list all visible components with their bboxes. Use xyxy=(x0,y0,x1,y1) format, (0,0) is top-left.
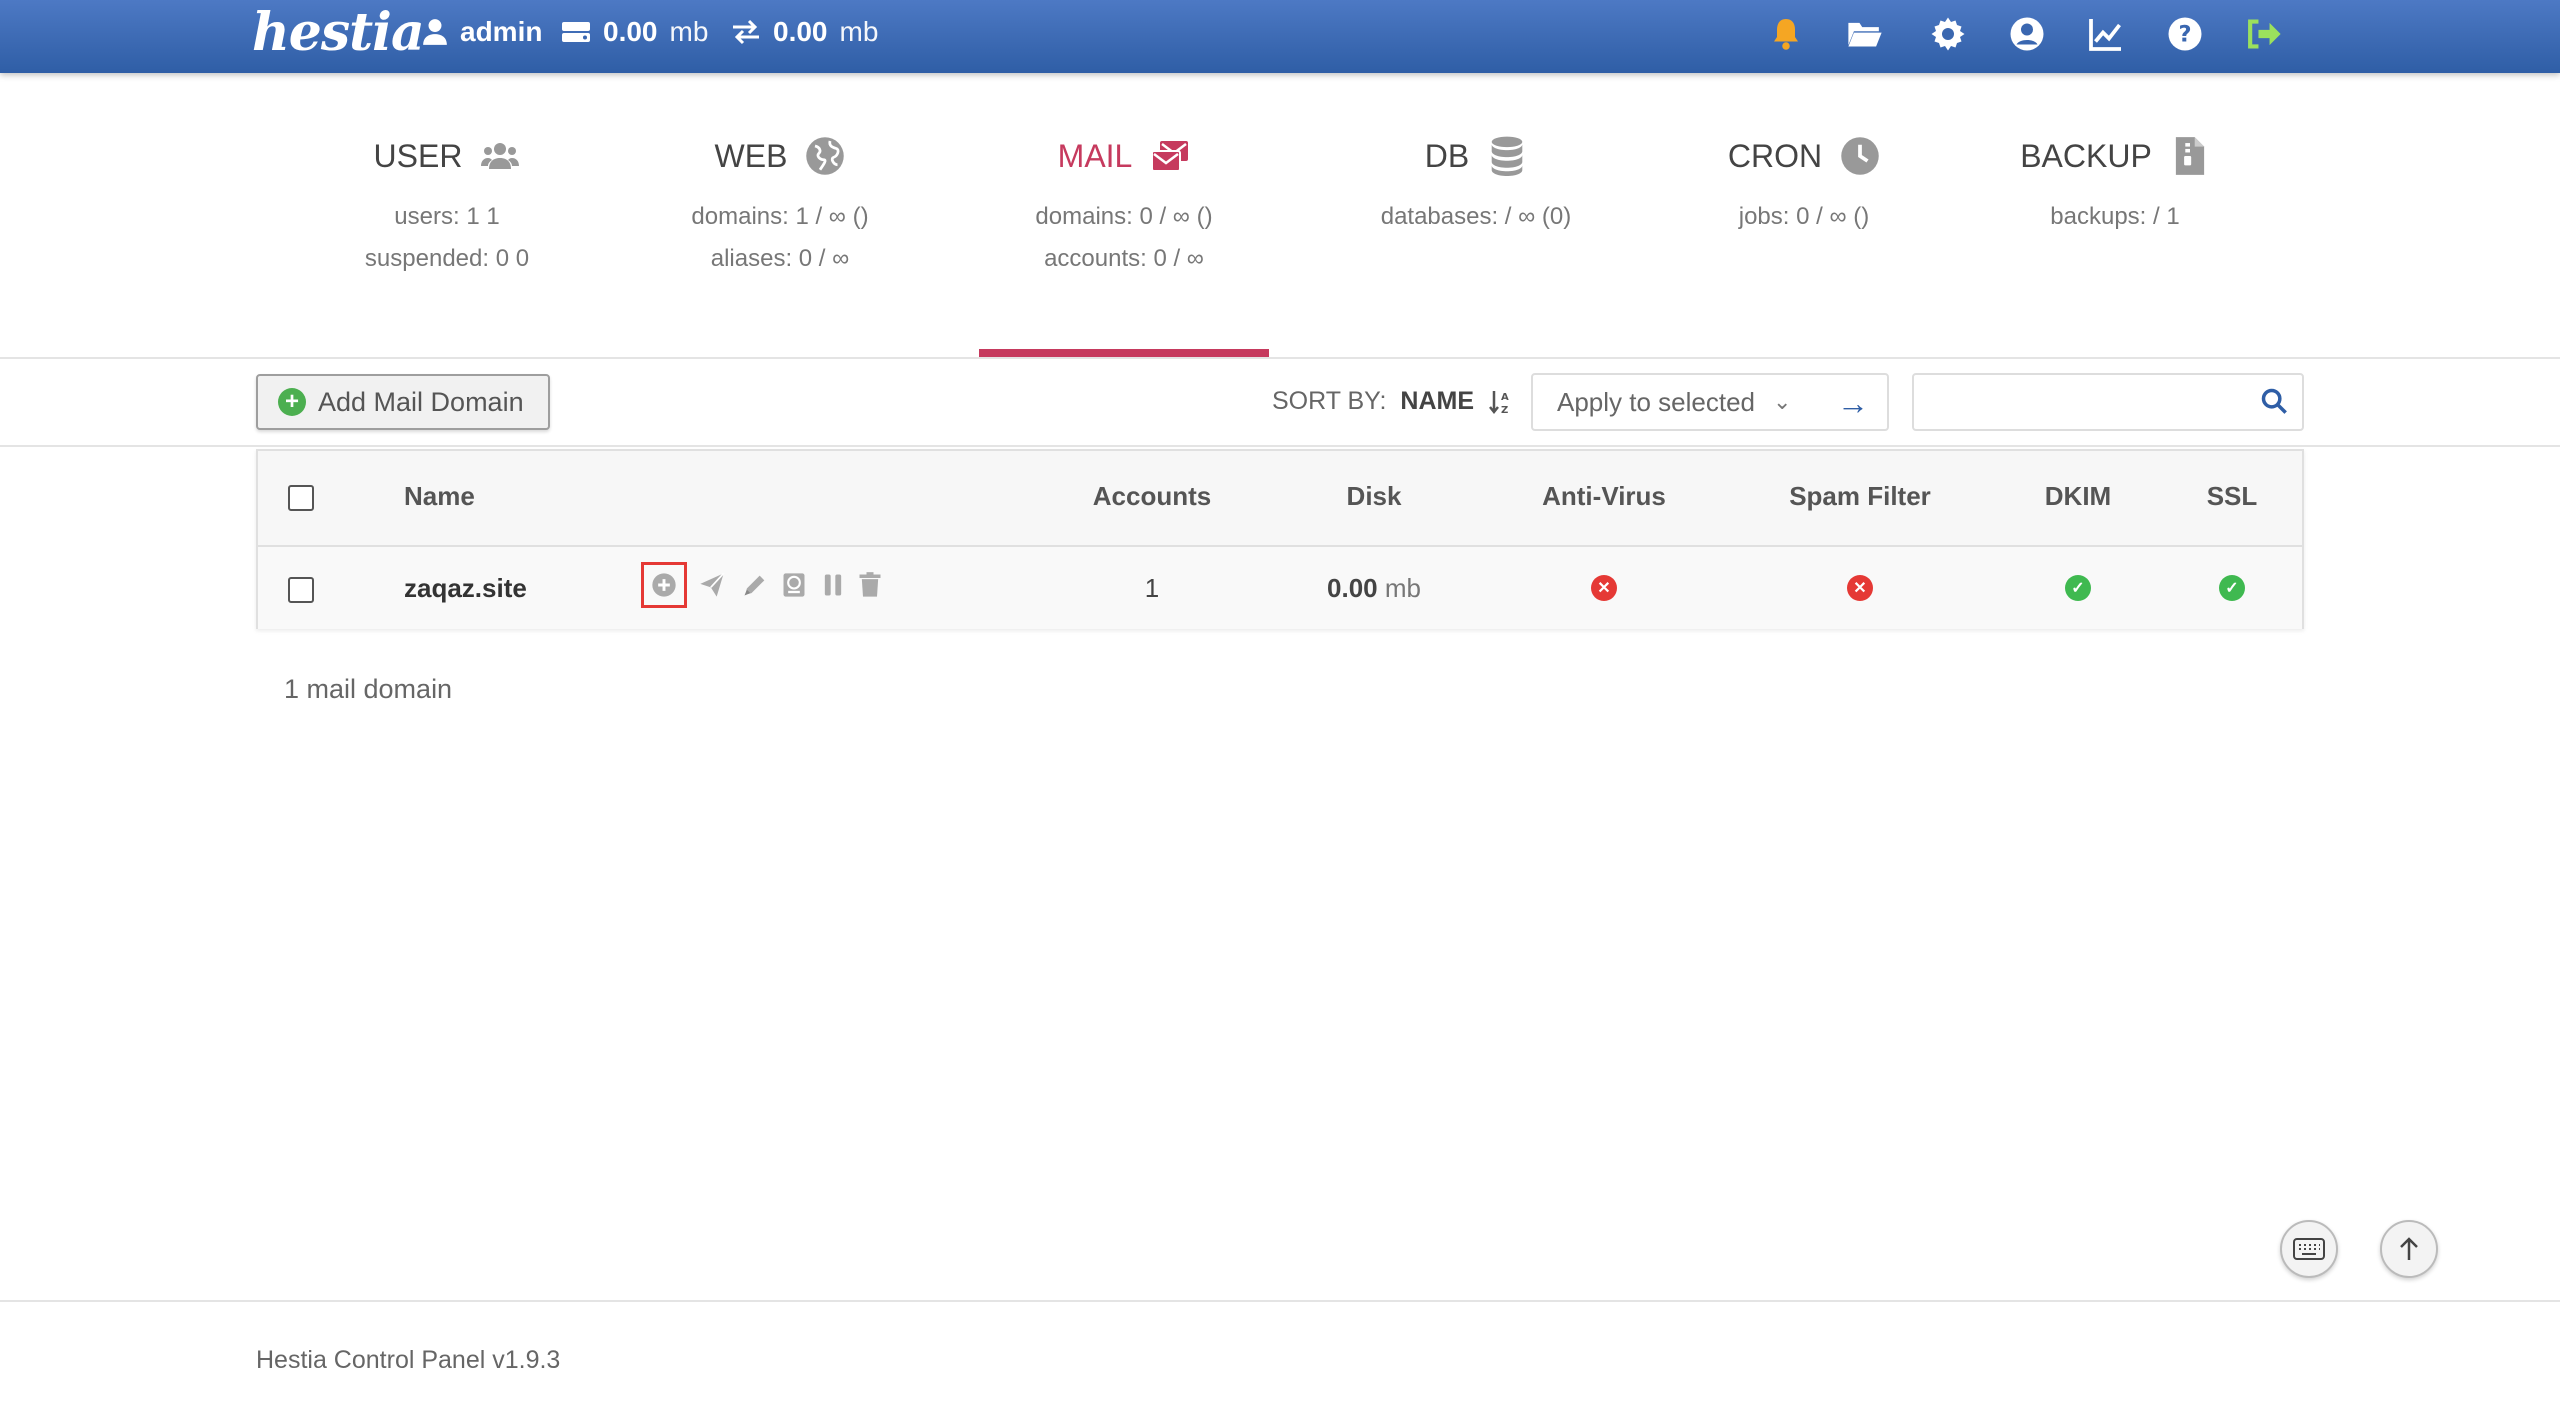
users-icon xyxy=(481,143,520,169)
bulk-action-value: Apply to selected xyxy=(1557,386,1756,417)
stat-jobs: jobs: 0 / ∞ () xyxy=(1738,203,1870,230)
search-icon[interactable] xyxy=(2260,387,2288,420)
tab-mail[interactable]: MAIL domains: 0 / ∞ () accounts: 0 / ∞ xyxy=(974,136,1274,280)
table-header: Name Accounts Disk Anti-Virus Spam Filte… xyxy=(258,451,2302,547)
stat-databases: databases: / ∞ (0) xyxy=(1380,203,1572,230)
tab-web[interactable]: WEB domains: 1 / ∞ () aliases: 0 / ∞ xyxy=(630,136,930,280)
sort-alpha-icon: AZ xyxy=(1489,390,1509,415)
column-name[interactable]: Name xyxy=(404,481,475,512)
stat-mail-domains: domains: 0 / ∞ () xyxy=(1035,203,1213,230)
user-icon xyxy=(423,19,447,45)
footer-divider xyxy=(0,1300,2560,1302)
search-box xyxy=(1912,373,2304,431)
table-row: zaqaz.site 1 0.00 mb ✕ ✕ ✓ ✓ xyxy=(258,547,2302,629)
add-account-icon[interactable] xyxy=(641,562,687,608)
keyboard-icon xyxy=(2293,1238,2325,1260)
dkim-enabled-icon: ✓ xyxy=(2065,575,2091,601)
divider xyxy=(0,357,2560,359)
disk-usage: 0.00 mb xyxy=(561,16,708,48)
dns-icon[interactable] xyxy=(778,569,810,601)
stat-web-domains: domains: 1 / ∞ () xyxy=(691,203,869,230)
tab-cron[interactable]: CRON jobs: 0 / ∞ () xyxy=(1654,136,1954,238)
stat-aliases: aliases: 0 / ∞ xyxy=(710,245,850,272)
tab-backup[interactable]: BACKUP backups: / 1 xyxy=(1965,136,2265,238)
add-mail-domain-button[interactable]: + Add Mail Domain xyxy=(256,374,550,430)
sort-label: SORT BY: xyxy=(1272,387,1387,415)
bulk-action-select[interactable]: Apply to selected ⌄ → xyxy=(1531,373,1889,431)
username: admin xyxy=(460,16,543,47)
active-tab-indicator xyxy=(979,349,1269,357)
logout-icon[interactable] xyxy=(2244,14,2284,54)
ssl-enabled-icon: ✓ xyxy=(2219,575,2245,601)
tab-user[interactable]: USER users: 1 1 suspended: 0 0 xyxy=(297,136,597,280)
tab-web-label: WEB xyxy=(714,137,788,174)
accounts-count: 1 xyxy=(1144,573,1160,603)
antivirus-disabled-icon: ✕ xyxy=(1591,575,1617,601)
footer-version: Hestia Control Panel v1.9.3 xyxy=(256,1346,561,1374)
folder-icon[interactable] xyxy=(1845,14,1885,54)
tab-user-label: USER xyxy=(373,137,463,174)
column-anti-virus[interactable]: Anti-Virus xyxy=(1542,481,1666,512)
arrow-up-icon xyxy=(2400,1237,2418,1260)
tab-mail-label: MAIL xyxy=(1057,137,1133,174)
delete-icon[interactable] xyxy=(854,569,886,601)
user-circle-icon[interactable] xyxy=(2007,14,2047,54)
chart-icon[interactable] xyxy=(2086,14,2126,54)
top-bar: hestia admin 0.00 mb 0.00 mb ? xyxy=(0,0,2560,73)
tab-backup-label: BACKUP xyxy=(2020,137,2152,174)
row-checkbox[interactable] xyxy=(288,577,314,603)
sort-value: NAME xyxy=(1400,387,1475,415)
globe-icon xyxy=(806,137,845,175)
bell-icon[interactable] xyxy=(1766,14,1806,54)
hestia-logo[interactable]: hestia xyxy=(252,2,425,63)
database-icon xyxy=(1491,136,1523,176)
stat-users: users: 1 1 xyxy=(394,203,500,230)
transfer-icon xyxy=(733,19,759,45)
mail-domains-table: Name Accounts Disk Anti-Virus Spam Filte… xyxy=(256,449,2304,629)
search-input[interactable] xyxy=(1924,375,2248,427)
divider xyxy=(0,445,2560,447)
gear-icon[interactable] xyxy=(1928,14,1968,54)
clock-icon xyxy=(1841,137,1879,175)
disk-unit: mb xyxy=(1384,573,1421,603)
user-menu[interactable]: admin xyxy=(422,16,542,48)
svg-text:A: A xyxy=(1501,392,1509,403)
disk-value: 0.00 xyxy=(1327,573,1378,603)
domain-name-link[interactable]: zaqaz.site xyxy=(404,573,527,604)
disk-usage-cell: 0.00 mb xyxy=(1327,573,1421,604)
stat-suspended: suspended: 0 0 xyxy=(364,245,530,272)
spam-filter-disabled-icon: ✕ xyxy=(1847,575,1873,601)
column-spam-filter[interactable]: Spam Filter xyxy=(1789,481,1931,512)
help-icon[interactable]: ? xyxy=(2165,14,2205,54)
column-ssl[interactable]: SSL xyxy=(2207,481,2258,512)
file-archive-icon xyxy=(2175,137,2204,175)
column-dkim[interactable]: DKIM xyxy=(2045,481,2111,512)
sort-control[interactable]: SORT BY: NAME AZ xyxy=(1272,387,1514,416)
select-all-checkbox[interactable] xyxy=(288,485,314,511)
scroll-to-top-button[interactable] xyxy=(2380,1220,2438,1278)
keyboard-shortcuts-button[interactable] xyxy=(2280,1220,2338,1278)
svg-text:Z: Z xyxy=(1501,405,1508,415)
bandwidth-usage: 0.00 mb xyxy=(731,16,878,48)
column-disk[interactable]: Disk xyxy=(1347,481,1402,512)
column-accounts[interactable]: Accounts xyxy=(1093,481,1211,512)
plus-circle-icon: + xyxy=(278,388,306,416)
edit-icon[interactable] xyxy=(739,569,771,601)
arrow-right-icon[interactable]: → xyxy=(1837,385,1869,422)
tab-db[interactable]: DB databases: / ∞ (0) xyxy=(1326,136,1626,238)
stat-backups: backups: / 1 xyxy=(2050,203,2180,230)
add-mail-domain-label: Add Mail Domain xyxy=(318,386,524,417)
hard-drive-icon xyxy=(562,22,590,42)
tab-cron-label: CRON xyxy=(1727,137,1823,174)
suspend-icon[interactable] xyxy=(817,569,849,601)
tab-db-label: DB xyxy=(1424,137,1470,174)
chevron-down-icon: ⌄ xyxy=(1773,389,1792,414)
send-icon[interactable] xyxy=(696,569,728,601)
domain-count: 1 mail domain xyxy=(284,674,453,704)
stat-mail-accounts: accounts: 0 / ∞ xyxy=(1044,245,1204,272)
mail-icon xyxy=(1151,141,1189,172)
svg-text:?: ? xyxy=(2178,22,2191,48)
